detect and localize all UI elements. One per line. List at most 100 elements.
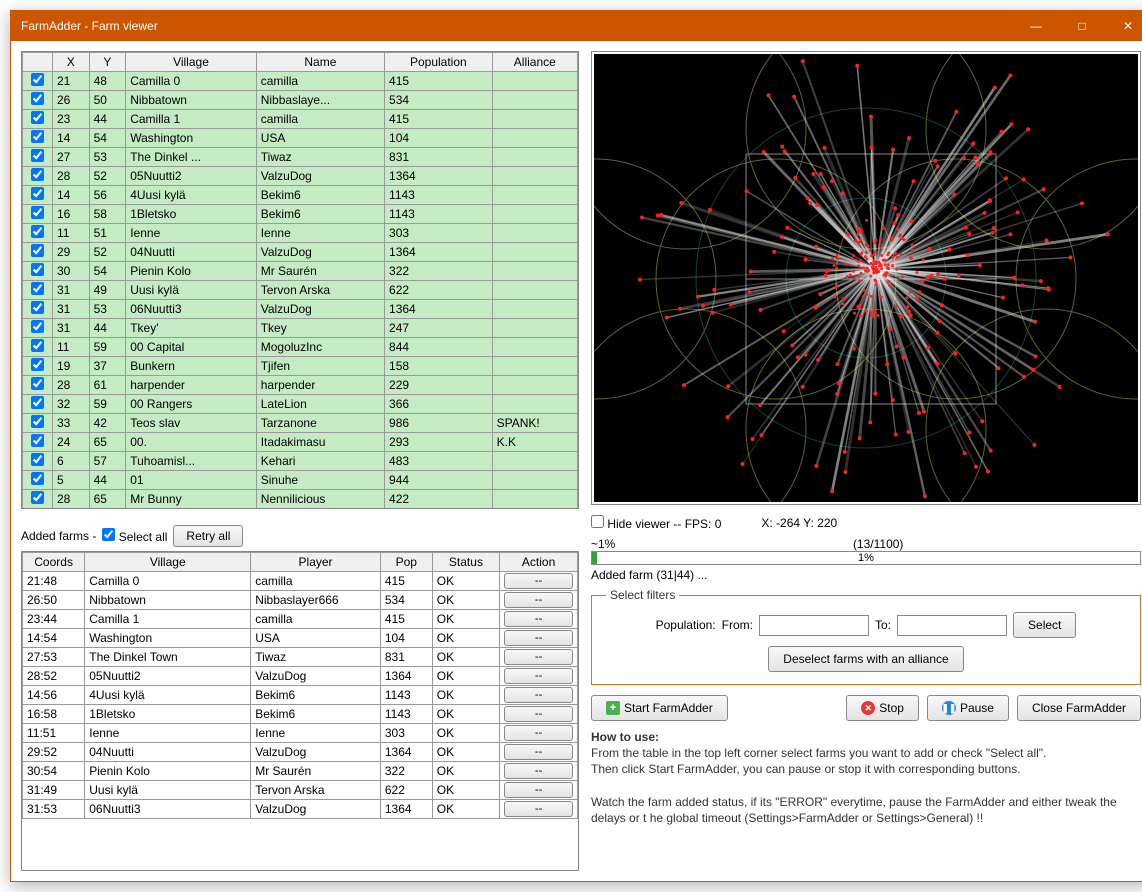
row-checkbox[interactable]: [31, 130, 44, 143]
population-to-input[interactable]: [897, 615, 1007, 636]
column-header[interactable]: Pop: [380, 553, 432, 572]
row-checkbox[interactable]: [31, 472, 44, 485]
table-row[interactable]: 28:5205Nuutti2ValzuDog1364OK--: [23, 667, 578, 686]
action-button[interactable]: --: [504, 592, 573, 608]
row-checkbox[interactable]: [31, 168, 44, 181]
retry-all-button[interactable]: Retry all: [173, 525, 243, 547]
row-checkbox[interactable]: [31, 434, 44, 447]
table-row[interactable]: 16:581BletskoBekim61143OK--: [23, 705, 578, 724]
stop-button[interactable]: ✕Stop: [846, 695, 919, 721]
row-checkbox[interactable]: [31, 358, 44, 371]
table-row[interactable]: 1454WashingtonUSA104: [23, 129, 578, 148]
map-viewer[interactable]: [594, 54, 1138, 502]
action-button[interactable]: --: [504, 668, 573, 684]
titlebar[interactable]: FarmAdder - Farm viewer — □ ✕: [11, 11, 1142, 41]
row-checkbox[interactable]: [31, 377, 44, 390]
row-checkbox[interactable]: [31, 415, 44, 428]
row-checkbox[interactable]: [31, 187, 44, 200]
farm-table[interactable]: XYVillageNamePopulationAlliance 2148Cami…: [22, 52, 578, 508]
row-checkbox[interactable]: [31, 396, 44, 409]
table-row[interactable]: 1151IenneIenne303: [23, 224, 578, 243]
action-button[interactable]: --: [504, 687, 573, 703]
minimize-icon[interactable]: —: [1013, 11, 1059, 41]
table-row[interactable]: 30:54Pienin KoloMr Saurén322OK--: [23, 762, 578, 781]
table-row[interactable]: 23:44Camilla 1camilla415OK--: [23, 610, 578, 629]
row-checkbox[interactable]: [31, 149, 44, 162]
column-header[interactable]: Status: [432, 553, 499, 572]
column-header[interactable]: Y: [89, 53, 126, 72]
table-row[interactable]: 31:49Uusi kyläTervon Arska622OK--: [23, 781, 578, 800]
table-row[interactable]: 3054Pienin KoloMr Saurén322: [23, 262, 578, 281]
maximize-icon[interactable]: □: [1059, 11, 1105, 41]
column-header[interactable]: Action: [500, 553, 578, 572]
table-row[interactable]: 2865Mr BunnyNennilicious422: [23, 490, 578, 509]
action-button[interactable]: --: [504, 706, 573, 722]
table-row[interactable]: 11:51IenneIenne303OK--: [23, 724, 578, 743]
row-checkbox[interactable]: [31, 244, 44, 257]
select-button[interactable]: Select: [1013, 612, 1076, 638]
close-icon[interactable]: ✕: [1105, 11, 1142, 41]
pause-button[interactable]: ❚❚Pause: [927, 695, 1009, 721]
deselect-alliance-button[interactable]: Deselect farms with an alliance: [768, 646, 963, 672]
row-checkbox[interactable]: [31, 301, 44, 314]
row-checkbox[interactable]: [31, 92, 44, 105]
table-row[interactable]: 2148Camilla 0camilla415: [23, 72, 578, 91]
table-row[interactable]: 27:53The Dinkel TownTiwaz831OK--: [23, 648, 578, 667]
table-row[interactable]: 2650NibbatownNibbaslaye...534: [23, 91, 578, 110]
row-checkbox[interactable]: [31, 282, 44, 295]
action-button[interactable]: --: [504, 649, 573, 665]
row-checkbox[interactable]: [31, 339, 44, 352]
row-checkbox[interactable]: [31, 263, 44, 276]
table-row[interactable]: 54401Sinuhe944: [23, 471, 578, 490]
column-header[interactable]: Player: [251, 553, 381, 572]
column-header[interactable]: Alliance: [492, 53, 577, 72]
action-button[interactable]: --: [504, 763, 573, 779]
table-row[interactable]: 14564Uusi kyläBekim61143: [23, 186, 578, 205]
table-row[interactable]: 3342Teos slavTarzanone986SPANK!: [23, 414, 578, 433]
table-row[interactable]: 2753The Dinkel ...Tiwaz831: [23, 148, 578, 167]
table-row[interactable]: 29:5204NuuttiValzuDog1364OK--: [23, 743, 578, 762]
column-header[interactable]: Coords: [23, 553, 85, 572]
action-button[interactable]: --: [504, 782, 573, 798]
column-header[interactable]: X: [53, 53, 90, 72]
population-from-input[interactable]: [759, 615, 869, 636]
column-header[interactable]: Village: [126, 53, 257, 72]
column-header[interactable]: Name: [256, 53, 384, 72]
action-button[interactable]: --: [504, 725, 573, 741]
table-row[interactable]: 2861harpenderharpender229: [23, 376, 578, 395]
column-header[interactable]: Population: [385, 53, 493, 72]
added-farms-table[interactable]: CoordsVillagePlayerPopStatusAction 21:48…: [22, 552, 578, 819]
table-row[interactable]: 115900 CapitalMogoluzInc844: [23, 338, 578, 357]
table-row[interactable]: 246500.Itadakimasu293K.K: [23, 433, 578, 452]
action-button[interactable]: --: [504, 744, 573, 760]
table-row[interactable]: 26:50NibbatownNibbaslayer666534OK--: [23, 591, 578, 610]
column-header[interactable]: Village: [85, 553, 251, 572]
row-checkbox[interactable]: [31, 491, 44, 504]
table-row[interactable]: 657Tuhoamisl...Kehari483: [23, 452, 578, 471]
action-button[interactable]: --: [504, 611, 573, 627]
table-row[interactable]: 3144Tkey'Tkey247: [23, 319, 578, 338]
table-row[interactable]: 31:5306Nuutti3ValzuDog1364OK--: [23, 800, 578, 819]
table-row[interactable]: 325900 RangersLateLion366: [23, 395, 578, 414]
table-row[interactable]: 2344Camilla 1camilla415: [23, 110, 578, 129]
table-row[interactable]: 14:54WashingtonUSA104OK--: [23, 629, 578, 648]
table-row[interactable]: 16581BletskoBekim61143: [23, 205, 578, 224]
select-all-checkbox[interactable]: Select all: [102, 528, 167, 544]
row-checkbox[interactable]: [31, 206, 44, 219]
table-row[interactable]: 3149Uusi kyläTervon Arska622: [23, 281, 578, 300]
table-row[interactable]: 285205Nuutti2ValzuDog1364: [23, 167, 578, 186]
row-checkbox[interactable]: [31, 73, 44, 86]
table-row[interactable]: 21:48Camilla 0camilla415OK--: [23, 572, 578, 591]
hide-viewer-checkbox[interactable]: Hide viewer -- FPS: 0: [591, 515, 721, 531]
action-button[interactable]: --: [504, 801, 573, 817]
row-checkbox[interactable]: [31, 225, 44, 238]
table-row[interactable]: 14:564Uusi kyläBekim61143OK--: [23, 686, 578, 705]
action-button[interactable]: --: [504, 573, 573, 589]
row-checkbox[interactable]: [31, 111, 44, 124]
row-checkbox[interactable]: [31, 453, 44, 466]
column-header[interactable]: [23, 53, 53, 72]
action-button[interactable]: --: [504, 630, 573, 646]
table-row[interactable]: 315306Nuutti3ValzuDog1364: [23, 300, 578, 319]
row-checkbox[interactable]: [31, 320, 44, 333]
table-row[interactable]: 1937BunkernTjifen158: [23, 357, 578, 376]
